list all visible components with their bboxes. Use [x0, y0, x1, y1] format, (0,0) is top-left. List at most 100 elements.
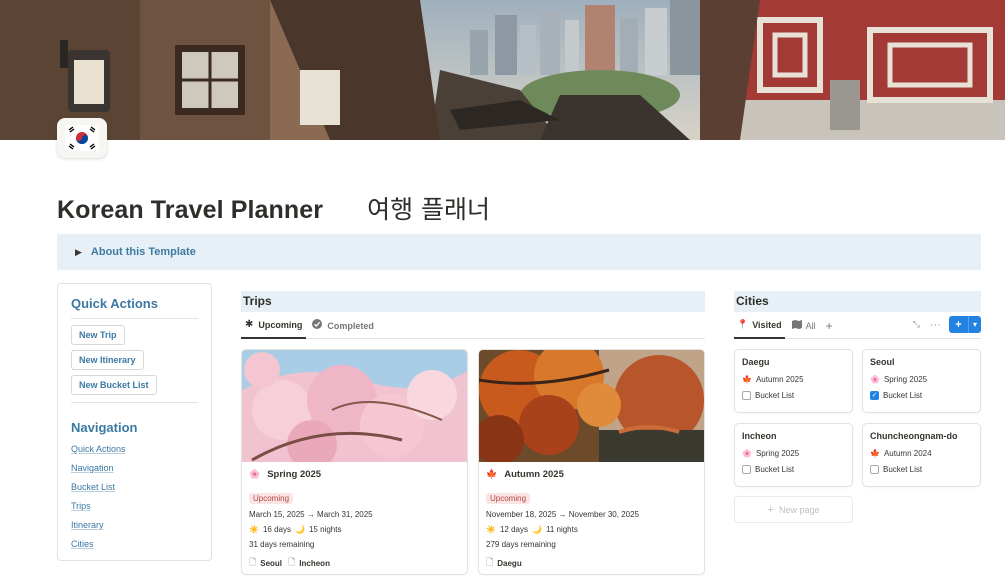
- trip-duration: ☀️ 16 days 🌙 15 nights: [249, 525, 460, 534]
- city-season-label: Spring 2025: [755, 449, 800, 458]
- divider: [71, 318, 198, 319]
- cities-toolbar: ⤡ ··· + ▾: [903, 316, 981, 333]
- page-title-row: Korean Travel Planner 여행 플래너: [57, 190, 490, 226]
- bucket-list-checkbox[interactable]: [742, 465, 751, 474]
- about-template-toggle[interactable]: ▶ About this Template: [57, 234, 981, 270]
- maple-leaf-icon: 🍁: [486, 469, 498, 479]
- sun-icon: ☀️: [486, 525, 496, 534]
- autumn-maple-photo: [479, 350, 704, 462]
- city-name: Daegu: [742, 357, 770, 367]
- asterisk-icon: ✱: [245, 319, 254, 330]
- trip-season: 🌸 Spring 2025: [249, 469, 460, 480]
- check-circle-icon: [312, 319, 323, 332]
- navigation-heading: Navigation: [71, 420, 138, 435]
- city-season-label: Spring 2025: [883, 375, 928, 384]
- cities-heading[interactable]: Cities: [734, 291, 981, 312]
- bucket-list-checkbox[interactable]: [742, 391, 751, 400]
- city-card[interactable]: Daegu 🍁 Autumn 2025 Bucket List: [734, 349, 853, 413]
- map-icon: [791, 320, 802, 331]
- trip-season-label: Autumn 2025: [504, 469, 564, 480]
- trip-nights: 11 nights: [545, 525, 578, 534]
- moon-icon: 🌙: [295, 525, 305, 534]
- expand-icon[interactable]: ⤡: [913, 319, 920, 330]
- more-options-icon[interactable]: ···: [930, 319, 941, 331]
- korean-flag-icon: [65, 125, 99, 151]
- left-panel: Quick Actions New Trip New Itinerary New…: [57, 283, 212, 561]
- city-name: Chuncheongnam-do: [870, 431, 958, 441]
- trip-cities: 🗋 Daegu: [486, 555, 697, 571]
- city-season: 🍁 Autumn 2025: [742, 375, 845, 384]
- page-title[interactable]: Korean Travel Planner: [57, 196, 323, 225]
- triangle-right-icon[interactable]: ▶: [75, 247, 82, 258]
- nav-link-itinerary[interactable]: Itinerary: [71, 520, 198, 530]
- new-page-button[interactable]: + New page: [734, 496, 853, 523]
- city-season: 🌸 Spring 2025: [742, 449, 845, 458]
- trip-nights: 15 nights: [308, 525, 342, 534]
- bucket-list-label: Bucket List: [755, 391, 795, 400]
- new-trip-button[interactable]: New Trip: [71, 325, 125, 345]
- bucket-list-checkbox[interactable]: [870, 465, 879, 474]
- cities-view-tabs: 📍 Visited All + ⤡ ··· + ▾: [734, 313, 981, 339]
- trip-season-label: Spring 2025: [267, 469, 322, 480]
- tab-completed-label: Completed: [327, 320, 374, 331]
- page-title-korean[interactable]: 여행 플래너: [367, 190, 490, 226]
- cover-photo-korean-village: [0, 0, 1005, 140]
- trips-view-tabs: ✱ Upcoming Completed: [241, 313, 705, 339]
- maple-leaf-icon: 🍁: [870, 449, 880, 458]
- nav-link-trips[interactable]: Trips: [71, 501, 198, 511]
- add-view-button[interactable]: +: [823, 313, 836, 339]
- city-link-incheon[interactable]: Incheon: [299, 559, 330, 568]
- tab-all-label: All: [805, 320, 816, 331]
- trips-heading[interactable]: Trips: [241, 291, 705, 312]
- trip-days: 12 days: [499, 525, 528, 534]
- nav-link-quick-actions[interactable]: Quick Actions: [71, 444, 198, 454]
- new-bucket-list-button[interactable]: New Bucket List: [71, 375, 157, 395]
- tab-all[interactable]: All: [789, 313, 819, 339]
- tab-visited-label: Visited: [752, 319, 782, 330]
- trip-card[interactable]: 🍁 Autumn 2025 Upcoming November 18, 2025…: [478, 349, 705, 575]
- tab-visited[interactable]: 📍 Visited: [734, 313, 785, 339]
- cities-gallery: Daegu 🍁 Autumn 2025 Bucket List Seoul 🌸 …: [734, 349, 981, 487]
- nav-link-navigation[interactable]: Navigation: [71, 463, 198, 473]
- trip-card[interactable]: 🌸 Spring 2025 Upcoming March 15, 2025 → …: [241, 349, 468, 575]
- moon-icon: 🌙: [532, 525, 542, 534]
- new-itinerary-button[interactable]: New Itinerary: [71, 350, 144, 370]
- new-city-button[interactable]: + ▾: [949, 316, 981, 333]
- city-card[interactable]: Incheon 🌸 Spring 2025 Bucket List: [734, 423, 853, 487]
- trip-remaining: 279 days remaining: [486, 540, 556, 549]
- city-link-seoul[interactable]: Seoul: [260, 559, 282, 568]
- city-link-daegu[interactable]: Daegu: [497, 559, 521, 568]
- tab-upcoming[interactable]: ✱ Upcoming: [241, 313, 307, 339]
- cherry-blossom-icon: 🌸: [870, 375, 880, 384]
- tab-upcoming-label: Upcoming: [258, 319, 303, 330]
- trips-section: Trips ✱ Upcoming Completed 🌸 Spring 2025…: [241, 291, 705, 575]
- page-icon: 🗋: [288, 557, 296, 567]
- nav-link-bucket-list[interactable]: Bucket List: [71, 482, 198, 492]
- city-card[interactable]: Seoul 🌸 Spring 2025 ✓ Bucket List: [862, 349, 981, 413]
- city-name: Incheon: [742, 431, 777, 441]
- page-icon-korean-flag[interactable]: [57, 118, 107, 158]
- bucket-list-checkbox-row: Bucket List: [742, 465, 845, 474]
- city-season-label: Autumn 2025: [755, 375, 804, 384]
- bucket-list-checkbox-checked[interactable]: ✓: [870, 391, 879, 400]
- plus-icon[interactable]: +: [949, 316, 968, 333]
- bucket-list-label: Bucket List: [883, 465, 923, 474]
- cherry-blossom-photo: [242, 350, 467, 462]
- cities-section: Cities 📍 Visited All + ⤡ ··· + ▾ Daegu 🍁: [734, 291, 981, 523]
- tab-completed[interactable]: Completed: [308, 313, 378, 339]
- trip-days: 16 days: [262, 525, 291, 534]
- city-card[interactable]: Chuncheongnam-do 🍁 Autumn 2024 Bucket Li…: [862, 423, 981, 487]
- bucket-list-checkbox-row: ✓ Bucket List: [870, 391, 973, 400]
- cover-image[interactable]: [0, 0, 1005, 140]
- maple-leaf-icon: 🍁: [742, 375, 752, 384]
- trip-dates: November 18, 2025 → November 30, 2025: [486, 510, 639, 519]
- chevron-down-icon[interactable]: ▾: [968, 316, 981, 333]
- quick-actions-heading: Quick Actions: [71, 296, 158, 311]
- nav-link-cities[interactable]: Cities: [71, 539, 198, 549]
- bucket-list-label: Bucket List: [755, 465, 795, 474]
- about-template-label: About this Template: [90, 246, 196, 258]
- cherry-blossom-icon: 🌸: [249, 469, 261, 479]
- status-badge: Upcoming: [249, 493, 294, 504]
- trip-duration: ☀️ 12 days 🌙 11 nights: [486, 525, 697, 534]
- cherry-blossom-icon: 🌸: [742, 449, 752, 458]
